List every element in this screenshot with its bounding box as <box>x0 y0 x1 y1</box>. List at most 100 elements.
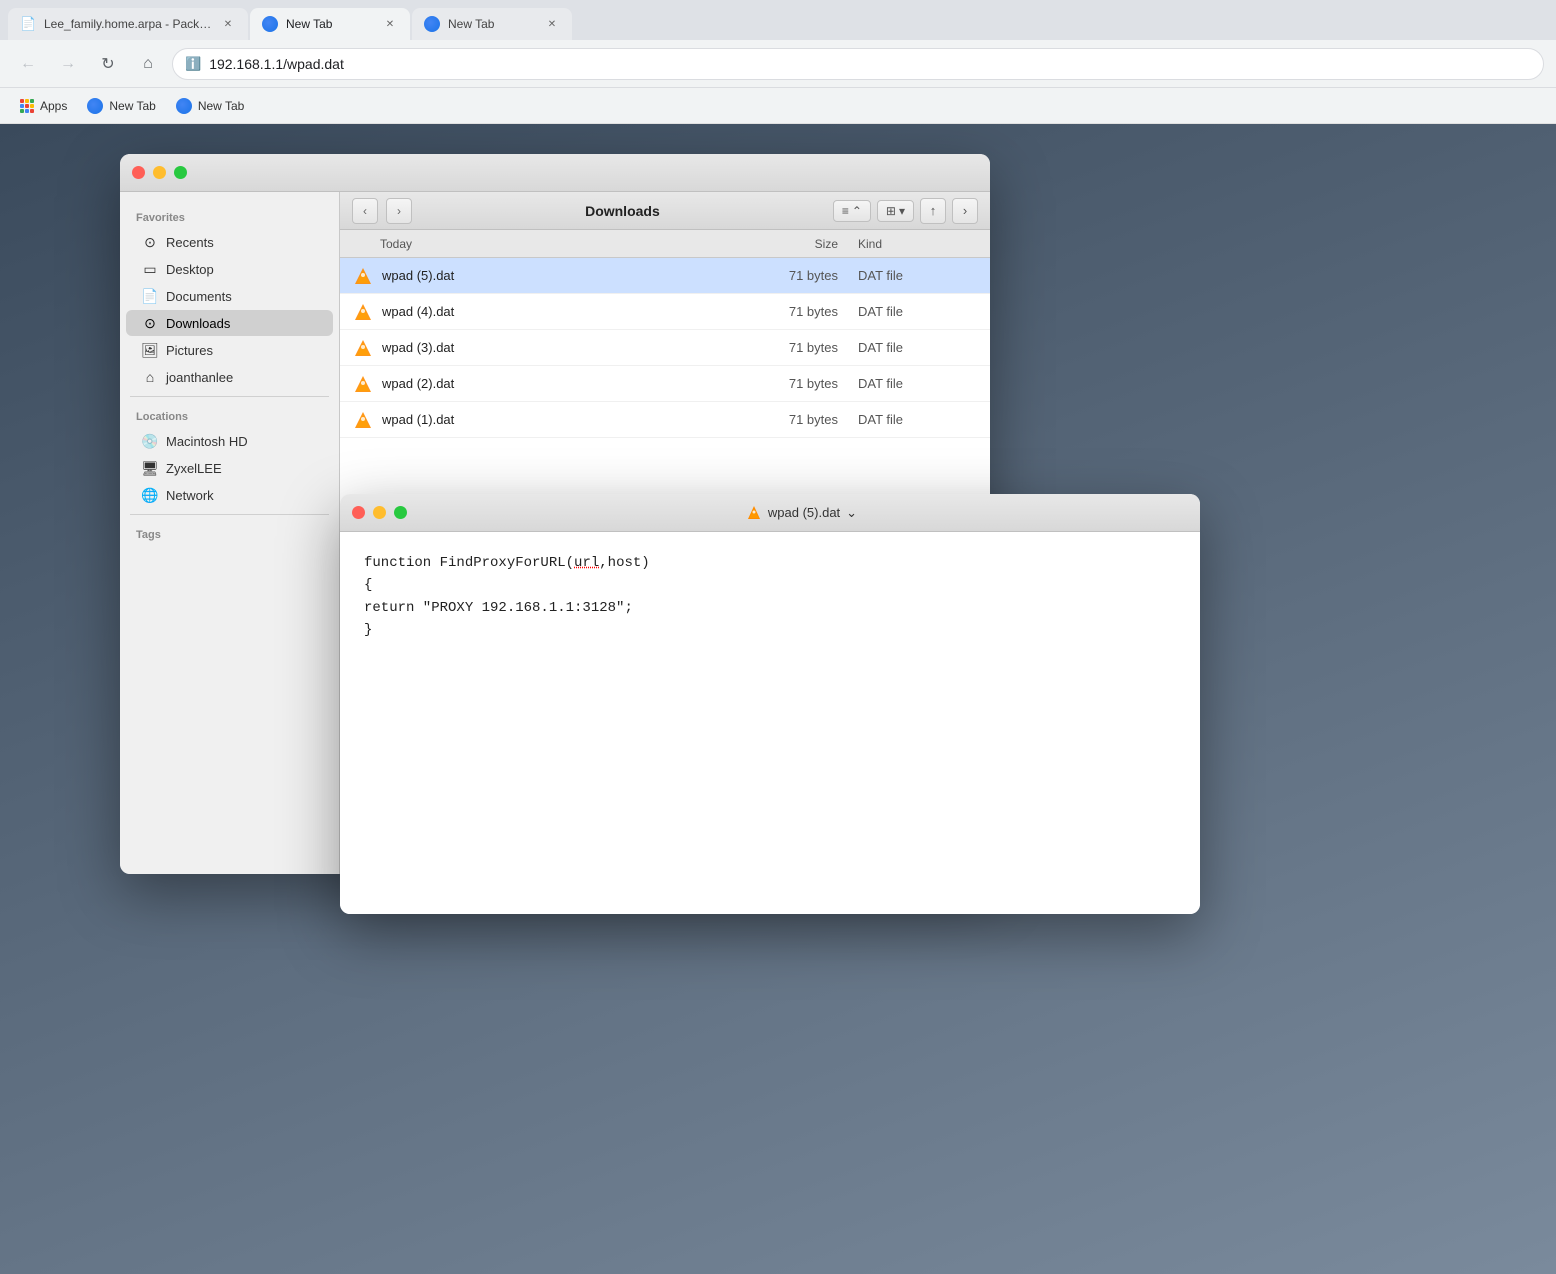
sidebar-item-desktop[interactable]: ▭ Desktop <box>126 256 333 282</box>
bookmark-newtab-2[interactable]: New Tab <box>168 94 252 118</box>
action-icon: › <box>963 203 967 218</box>
sidebar-item-downloads[interactable]: ⊙ Downloads <box>126 310 333 336</box>
col-header-size[interactable]: Size <box>738 237 858 251</box>
sidebar-item-documents[interactable]: 📄 Documents <box>126 283 333 309</box>
file-name-1: wpad (4).dat <box>382 304 738 319</box>
file-row-1[interactable]: wpad (4).dat 71 bytes DAT file <box>340 294 990 330</box>
text-editor-titlebar: wpad (5).dat ⌄ <box>340 494 1200 532</box>
tab3-close-button[interactable]: ✕ <box>544 16 560 32</box>
network-icon: 🌐 <box>142 487 158 503</box>
finder-folder-title: Downloads <box>420 203 825 219</box>
col-header-kind[interactable]: Kind <box>858 237 978 251</box>
finder-maximize-button[interactable] <box>174 166 187 179</box>
editor-title-area: wpad (5).dat ⌄ <box>415 505 1188 521</box>
file-name-4: wpad (1).dat <box>382 412 738 427</box>
editor-content[interactable]: function FindProxyForURL(url,host) { ret… <box>340 532 1200 914</box>
finder-toolbar-right: ≡ ⌃ ⊞ ▾ ↑ › <box>833 198 978 224</box>
reload-button[interactable]: ↻ <box>92 48 124 80</box>
recents-icon: ⊙ <box>142 234 158 250</box>
sidebar-item-macintosh-hd[interactable]: 💿 Macintosh HD <box>126 428 333 454</box>
user-home-icon: ⌂ <box>142 369 158 385</box>
editor-close-button[interactable] <box>352 506 365 519</box>
tags-section-title: Tags <box>120 521 339 545</box>
file-row-0[interactable]: wpad (5).dat 71 bytes DAT file <box>340 258 990 294</box>
file-name-0: wpad (5).dat <box>382 268 738 283</box>
sidebar-desktop-label: Desktop <box>166 262 214 277</box>
grid-view-icon: ⊞ <box>886 204 896 218</box>
file-row-4[interactable]: wpad (1).dat 71 bytes DAT file <box>340 402 990 438</box>
tab1-title: Lee_family.home.arpa - Packa... <box>44 17 212 31</box>
apps-grid-icon <box>20 99 34 113</box>
downloads-icon: ⊙ <box>142 315 158 331</box>
file-icon-4 <box>352 409 374 431</box>
editor-line-3: return "PROXY 192.168.1.1:3128"; <box>364 597 1176 619</box>
file-icon-3 <box>352 373 374 395</box>
sidebar-downloads-label: Downloads <box>166 316 230 331</box>
file-kind-2: DAT file <box>858 340 978 355</box>
finder-forward-button[interactable]: › <box>386 198 412 224</box>
bookmark-apps[interactable]: Apps <box>12 95 75 117</box>
sidebar-macintosh-hd-label: Macintosh HD <box>166 434 248 449</box>
finder-share-button[interactable]: ↑ <box>920 198 946 224</box>
sidebar-item-user[interactable]: ⌂ joanthanlee <box>126 364 333 390</box>
favorites-section-title: Favorites <box>120 204 339 228</box>
sidebar-item-pictures[interactable]: 🖼 Pictures <box>126 337 333 363</box>
sidebar-item-zyxellee[interactable]: 🖥 ZyxelLEE <box>126 455 333 481</box>
finder-action-button[interactable]: › <box>952 198 978 224</box>
sidebar-user-label: joanthanlee <box>166 370 233 385</box>
editor-maximize-button[interactable] <box>394 506 407 519</box>
finder-list-view-button[interactable]: ≡ ⌃ <box>833 200 871 222</box>
sidebar-pictures-label: Pictures <box>166 343 213 358</box>
documents-icon: 📄 <box>142 288 158 304</box>
finder-back-button[interactable]: ‹ <box>352 198 378 224</box>
sidebar-documents-label: Documents <box>166 289 232 304</box>
underlined-url: url <box>574 555 599 571</box>
file-kind-0: DAT file <box>858 268 978 283</box>
tab2-title: New Tab <box>286 17 374 31</box>
tab3-title: New Tab <box>448 17 536 31</box>
sidebar-item-network[interactable]: 🌐 Network <box>126 482 333 508</box>
finder-minimize-button[interactable] <box>153 166 166 179</box>
editor-title-text: wpad (5).dat <box>768 505 840 520</box>
share-icon: ↑ <box>930 203 937 218</box>
browser-tab-1[interactable]: 📄 Lee_family.home.arpa - Packa... ✕ <box>8 8 248 40</box>
editor-minimize-button[interactable] <box>373 506 386 519</box>
editor-title-dropdown[interactable]: ⌄ <box>846 505 857 521</box>
bookmark-newtab1-label: New Tab <box>109 99 155 113</box>
chrome-browser-window: 📄 Lee_family.home.arpa - Packa... ✕ New … <box>0 0 1556 1274</box>
browser-tab-3[interactable]: New Tab ✕ <box>412 8 572 40</box>
hd-icon: 💿 <box>142 433 158 449</box>
sidebar-divider-1 <box>130 396 329 397</box>
file-list-header: Today Size Kind <box>340 230 990 258</box>
browser-content-area: Favorites ⊙ Recents ▭ Desktop 📄 Document… <box>0 124 1556 1274</box>
tab1-close-button[interactable]: ✕ <box>220 16 236 32</box>
editor-file-icon <box>746 505 762 521</box>
file-name-3: wpad (2).dat <box>382 376 738 391</box>
sidebar-item-recents[interactable]: ⊙ Recents <box>126 229 333 255</box>
address-bar[interactable]: ℹ️ 192.168.1.1/wpad.dat <box>172 48 1544 80</box>
text-editor-window: wpad (5).dat ⌄ function FindProxyForURL(… <box>340 494 1200 914</box>
finder-close-button[interactable] <box>132 166 145 179</box>
monitor-icon: 🖥 <box>142 460 158 476</box>
tab3-favicon-globe <box>424 16 440 32</box>
browser-toolbar: ← → ↻ ⌂ ℹ️ 192.168.1.1/wpad.dat <box>0 40 1556 88</box>
browser-tab-2[interactable]: New Tab ✕ <box>250 8 410 40</box>
bookmark-newtab2-label: New Tab <box>198 99 244 113</box>
file-row-2[interactable]: wpad (3).dat 71 bytes DAT file <box>340 330 990 366</box>
file-icon-2 <box>352 337 374 359</box>
file-kind-1: DAT file <box>858 304 978 319</box>
tab1-favicon: 📄 <box>20 16 36 32</box>
sidebar-zyxellee-label: ZyxelLEE <box>166 461 222 476</box>
bookmark-newtab-1[interactable]: New Tab <box>79 94 163 118</box>
tab2-favicon-globe <box>262 16 278 32</box>
file-size-3: 71 bytes <box>738 376 858 391</box>
file-size-2: 71 bytes <box>738 340 858 355</box>
forward-button[interactable]: → <box>52 48 84 80</box>
back-button[interactable]: ← <box>12 48 44 80</box>
file-row-3[interactable]: wpad (2).dat 71 bytes DAT file <box>340 366 990 402</box>
home-button[interactable]: ⌂ <box>132 48 164 80</box>
col-header-name[interactable]: Today <box>352 237 738 251</box>
editor-line-1: function FindProxyForURL(url,host) <box>364 552 1176 574</box>
tab2-close-button[interactable]: ✕ <box>382 16 398 32</box>
finder-grid-view-button[interactable]: ⊞ ▾ <box>877 200 914 222</box>
